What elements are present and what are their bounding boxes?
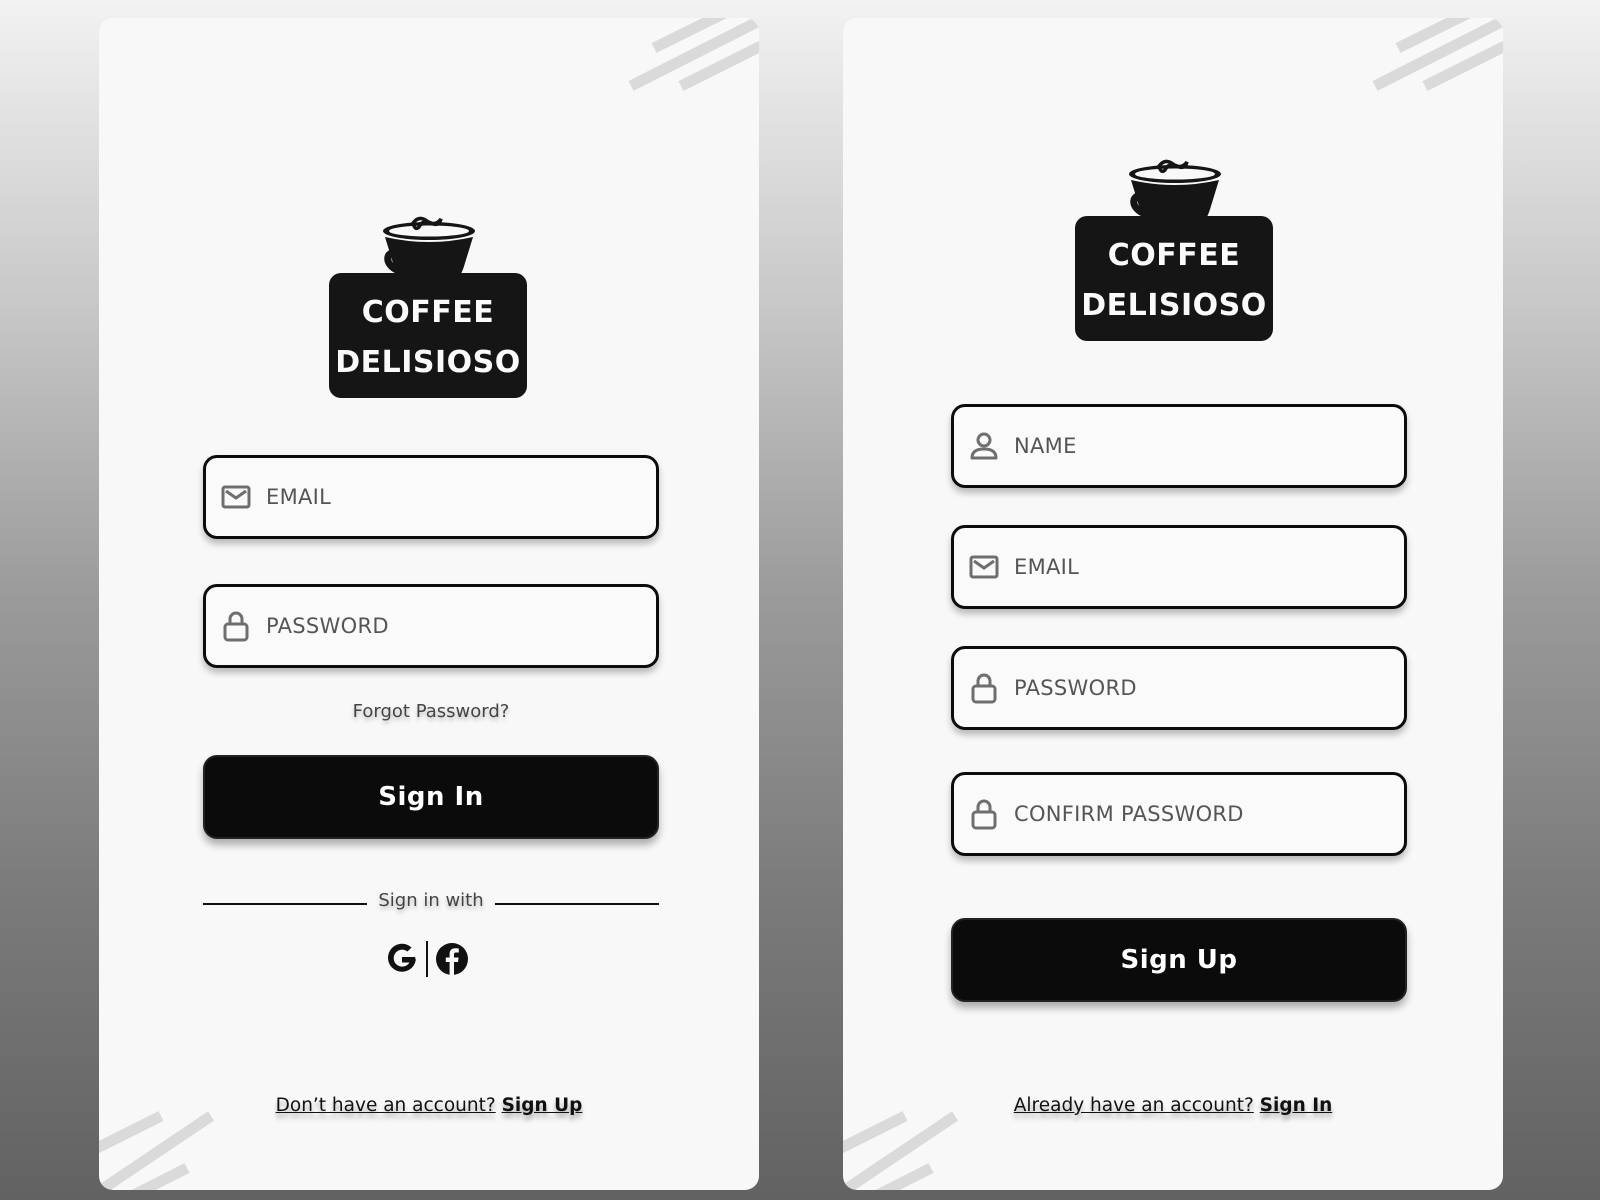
lock-icon — [220, 610, 252, 642]
password-field[interactable] — [203, 584, 659, 668]
lock-icon — [968, 672, 1000, 704]
brand-name-line1: COFFEE — [1107, 238, 1241, 273]
lock-icon — [968, 798, 1000, 830]
corner-stripes-decoration — [1372, 18, 1503, 91]
email-input[interactable] — [1014, 555, 1394, 579]
social-separator — [426, 941, 428, 977]
sign-in-link[interactable]: Sign In — [1260, 1095, 1333, 1116]
sign-in-with-label: Sign in with — [378, 890, 484, 911]
mail-icon — [968, 551, 1000, 583]
mail-icon — [220, 481, 252, 513]
name-input[interactable] — [1014, 434, 1394, 458]
divider-line — [495, 903, 659, 905]
email-field[interactable] — [951, 525, 1407, 609]
facebook-login-button[interactable] — [434, 941, 470, 977]
sign-in-button[interactable]: Sign In — [203, 755, 659, 839]
social-divider: Sign in with — [203, 888, 659, 918]
sign-in-panel: COFFEE DELISIOSO Forgot Password? Sign I… — [99, 18, 759, 1190]
sign-up-button[interactable]: Sign Up — [951, 918, 1407, 1002]
password-field[interactable] — [951, 646, 1407, 730]
google-login-button[interactable] — [384, 941, 420, 977]
google-icon — [387, 943, 416, 972]
email-field[interactable] — [203, 455, 659, 539]
user-icon — [968, 430, 1000, 462]
facebook-icon — [436, 943, 468, 975]
email-input[interactable] — [266, 485, 646, 509]
forgot-password-link[interactable]: Forgot Password? — [203, 701, 659, 722]
have-account-text: Already have an account? — [1013, 1095, 1254, 1116]
name-field[interactable] — [951, 404, 1407, 488]
brand-name-line2: DELISIOSO — [335, 345, 521, 380]
brand-name-line1: COFFEE — [361, 295, 495, 330]
password-input[interactable] — [1014, 676, 1394, 700]
brand-name-line2: DELISIOSO — [1081, 288, 1267, 323]
social-login-group — [384, 940, 470, 978]
sign-in-prompt: Already have an account? Sign In — [843, 1095, 1503, 1116]
password-input[interactable] — [266, 614, 646, 638]
sign-up-link[interactable]: Sign Up — [502, 1095, 583, 1116]
corner-stripes-decoration — [628, 18, 759, 91]
no-account-text: Don’t have an account? — [275, 1095, 496, 1116]
confirm-password-field[interactable] — [951, 772, 1407, 856]
brand-logo: COFFEE DELISIOSO — [1075, 156, 1275, 346]
confirm-password-input[interactable] — [1014, 802, 1394, 826]
brand-logo: COFFEE DELISIOSO — [329, 213, 529, 403]
sign-up-panel: COFFEE DELISIOSO Sign Up Already have an… — [843, 18, 1503, 1190]
sign-up-prompt: Don’t have an account? Sign Up — [99, 1095, 759, 1116]
